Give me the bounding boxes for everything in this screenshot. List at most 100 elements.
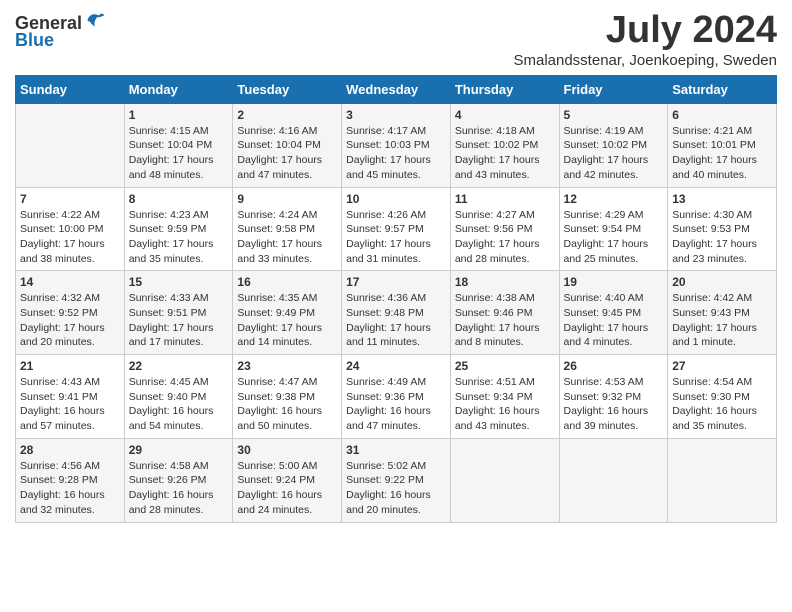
calendar-week-row: 21 Sunrise: 4:43 AM Sunset: 9:41 PM Dayli… [16,355,777,439]
day-info: Sunrise: 4:21 AM Sunset: 10:01 PM Daylig… [672,124,772,183]
day-info: Sunrise: 4:45 AM Sunset: 9:40 PM Dayligh… [129,375,229,434]
calendar-cell: 26 Sunrise: 4:53 AM Sunset: 9:32 PM Dayli… [559,355,668,439]
day-number: 1 [129,108,229,122]
calendar-cell [450,438,559,522]
calendar-cell: 7 Sunrise: 4:22 AM Sunset: 10:00 PM Dayli… [16,187,125,271]
day-info: Sunrise: 4:53 AM Sunset: 9:32 PM Dayligh… [564,375,664,434]
calendar-table: SundayMondayTuesdayWednesdayThursdayFrid… [15,75,777,523]
day-number: 31 [346,443,446,457]
calendar-cell: 3 Sunrise: 4:17 AM Sunset: 10:03 PM Dayli… [342,103,451,187]
day-number: 19 [564,275,664,289]
day-info: Sunrise: 4:38 AM Sunset: 9:46 PM Dayligh… [455,291,555,350]
day-number: 18 [455,275,555,289]
calendar-cell: 5 Sunrise: 4:19 AM Sunset: 10:02 PM Dayli… [559,103,668,187]
day-number: 11 [455,192,555,206]
day-number: 15 [129,275,229,289]
calendar-week-row: 14 Sunrise: 4:32 AM Sunset: 9:52 PM Dayli… [16,271,777,355]
day-info: Sunrise: 4:36 AM Sunset: 9:48 PM Dayligh… [346,291,446,350]
day-number: 3 [346,108,446,122]
day-number: 14 [20,275,120,289]
day-info: Sunrise: 4:47 AM Sunset: 9:38 PM Dayligh… [237,375,337,434]
calendar-cell: 1 Sunrise: 4:15 AM Sunset: 10:04 PM Dayli… [124,103,233,187]
calendar-header-saturday: Saturday [668,75,777,103]
day-info: Sunrise: 4:49 AM Sunset: 9:36 PM Dayligh… [346,375,446,434]
day-info: Sunrise: 4:26 AM Sunset: 9:57 PM Dayligh… [346,208,446,267]
calendar-header-thursday: Thursday [450,75,559,103]
calendar-cell: 29 Sunrise: 4:58 AM Sunset: 9:26 PM Dayli… [124,438,233,522]
day-info: Sunrise: 5:00 AM Sunset: 9:24 PM Dayligh… [237,459,337,518]
day-info: Sunrise: 4:30 AM Sunset: 9:53 PM Dayligh… [672,208,772,267]
calendar-cell: 20 Sunrise: 4:42 AM Sunset: 9:43 PM Dayli… [668,271,777,355]
calendar-cell [16,103,125,187]
day-number: 16 [237,275,337,289]
day-info: Sunrise: 4:56 AM Sunset: 9:28 PM Dayligh… [20,459,120,518]
day-number: 7 [20,192,120,206]
day-number: 12 [564,192,664,206]
day-info: Sunrise: 4:58 AM Sunset: 9:26 PM Dayligh… [129,459,229,518]
day-number: 27 [672,359,772,373]
calendar-cell: 22 Sunrise: 4:45 AM Sunset: 9:40 PM Dayli… [124,355,233,439]
calendar-header-friday: Friday [559,75,668,103]
calendar-cell: 28 Sunrise: 4:56 AM Sunset: 9:28 PM Dayli… [16,438,125,522]
calendar-cell: 2Sunrise: 4:16 AM Sunset: 10:04 PM Dayli… [233,103,342,187]
calendar-cell: 23Sunrise: 4:47 AM Sunset: 9:38 PM Dayli… [233,355,342,439]
calendar-cell: 17Sunrise: 4:36 AM Sunset: 9:48 PM Dayli… [342,271,451,355]
calendar-cell: 24 Sunrise: 4:49 AM Sunset: 9:36 PM Dayli… [342,355,451,439]
day-info: Sunrise: 4:42 AM Sunset: 9:43 PM Dayligh… [672,291,772,350]
day-info: Sunrise: 4:17 AM Sunset: 10:03 PM Daylig… [346,124,446,183]
calendar-header-wednesday: Wednesday [342,75,451,103]
day-info: Sunrise: 4:23 AM Sunset: 9:59 PM Dayligh… [129,208,229,267]
calendar-cell: 25Sunrise: 4:51 AM Sunset: 9:34 PM Dayli… [450,355,559,439]
calendar-cell: 18 Sunrise: 4:38 AM Sunset: 9:46 PM Dayli… [450,271,559,355]
calendar-cell: 19 Sunrise: 4:40 AM Sunset: 9:45 PM Dayli… [559,271,668,355]
calendar-cell: 13Sunrise: 4:30 AM Sunset: 9:53 PM Dayli… [668,187,777,271]
subtitle: Smalandsstenar, Joenkoeping, Sweden [513,52,777,69]
day-number: 22 [129,359,229,373]
day-number: 4 [455,108,555,122]
page-header: General Blue July 2024 Smalandsstenar, J… [15,10,777,69]
calendar-cell: 12 Sunrise: 4:29 AM Sunset: 9:54 PM Dayli… [559,187,668,271]
day-number: 8 [129,192,229,206]
day-info: Sunrise: 4:33 AM Sunset: 9:51 PM Dayligh… [129,291,229,350]
day-info: Sunrise: 4:35 AM Sunset: 9:49 PM Dayligh… [237,291,337,350]
day-info: Sunrise: 4:19 AM Sunset: 10:02 PM Daylig… [564,124,664,183]
calendar-cell: 8 Sunrise: 4:23 AM Sunset: 9:59 PM Daylig… [124,187,233,271]
calendar-cell: 30Sunrise: 5:00 AM Sunset: 9:24 PM Dayli… [233,438,342,522]
day-number: 10 [346,192,446,206]
day-info: Sunrise: 4:27 AM Sunset: 9:56 PM Dayligh… [455,208,555,267]
day-number: 5 [564,108,664,122]
day-info: Sunrise: 4:22 AM Sunset: 10:00 PM Daylig… [20,208,120,267]
logo-bird-icon [84,10,106,32]
calendar-week-row: 28 Sunrise: 4:56 AM Sunset: 9:28 PM Dayli… [16,438,777,522]
calendar-week-row: 7 Sunrise: 4:22 AM Sunset: 10:00 PM Dayli… [16,187,777,271]
day-info: Sunrise: 5:02 AM Sunset: 9:22 PM Dayligh… [346,459,446,518]
calendar-cell: 10 Sunrise: 4:26 AM Sunset: 9:57 PM Dayli… [342,187,451,271]
title-block: July 2024 Smalandsstenar, Joenkoeping, S… [513,10,777,69]
day-number: 24 [346,359,446,373]
calendar-week-row: 1 Sunrise: 4:15 AM Sunset: 10:04 PM Dayli… [16,103,777,187]
day-info: Sunrise: 4:32 AM Sunset: 9:52 PM Dayligh… [20,291,120,350]
day-number: 29 [129,443,229,457]
day-number: 21 [20,359,120,373]
calendar-cell: 16 Sunrise: 4:35 AM Sunset: 9:49 PM Dayli… [233,271,342,355]
day-number: 9 [237,192,337,206]
calendar-cell: 9Sunrise: 4:24 AM Sunset: 9:58 PM Daylig… [233,187,342,271]
logo: General Blue [15,14,106,51]
day-info: Sunrise: 4:15 AM Sunset: 10:04 PM Daylig… [129,124,229,183]
calendar-cell [668,438,777,522]
calendar-cell: 15 Sunrise: 4:33 AM Sunset: 9:51 PM Dayli… [124,271,233,355]
day-number: 28 [20,443,120,457]
day-info: Sunrise: 4:16 AM Sunset: 10:04 PM Daylig… [237,124,337,183]
calendar-cell: 31 Sunrise: 5:02 AM Sunset: 9:22 PM Dayli… [342,438,451,522]
calendar-cell: 4 Sunrise: 4:18 AM Sunset: 10:02 PM Dayli… [450,103,559,187]
day-info: Sunrise: 4:29 AM Sunset: 9:54 PM Dayligh… [564,208,664,267]
day-info: Sunrise: 4:40 AM Sunset: 9:45 PM Dayligh… [564,291,664,350]
day-number: 20 [672,275,772,289]
calendar-header-tuesday: Tuesday [233,75,342,103]
day-info: Sunrise: 4:18 AM Sunset: 10:02 PM Daylig… [455,124,555,183]
day-number: 26 [564,359,664,373]
day-info: Sunrise: 4:54 AM Sunset: 9:30 PM Dayligh… [672,375,772,434]
day-info: Sunrise: 4:51 AM Sunset: 9:34 PM Dayligh… [455,375,555,434]
calendar-cell [559,438,668,522]
day-info: Sunrise: 4:43 AM Sunset: 9:41 PM Dayligh… [20,375,120,434]
